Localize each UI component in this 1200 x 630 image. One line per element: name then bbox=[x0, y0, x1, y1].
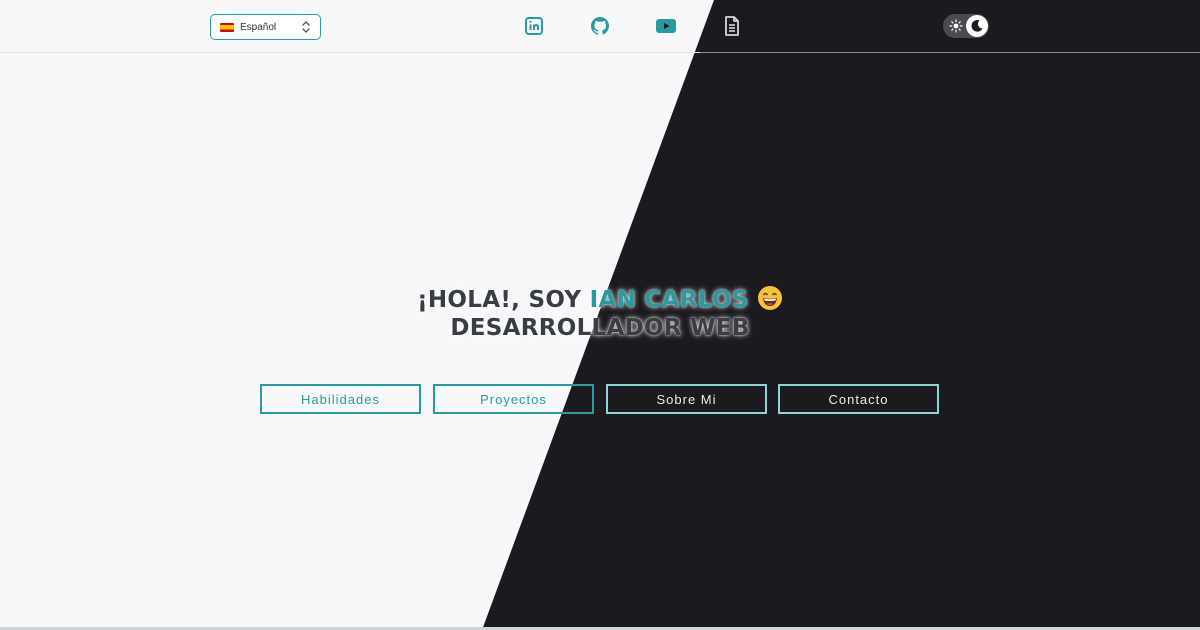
youtube-icon bbox=[654, 14, 678, 38]
linkedin-icon bbox=[522, 14, 546, 38]
skills-button[interactable]: Habilidades bbox=[260, 384, 421, 414]
sun-icon bbox=[949, 19, 963, 33]
theme-toggle[interactable] bbox=[943, 14, 989, 38]
theme-toggle-knob bbox=[966, 15, 988, 37]
about-button[interactable]: Sobre Mi bbox=[606, 384, 767, 414]
resume-link[interactable] bbox=[720, 14, 744, 38]
grinning-face-emoji bbox=[757, 285, 783, 311]
github-link[interactable] bbox=[588, 14, 612, 38]
youtube-link[interactable] bbox=[654, 14, 678, 38]
document-icon bbox=[720, 14, 744, 38]
contact-button[interactable]: Contacto bbox=[778, 384, 939, 414]
moon-icon bbox=[970, 19, 984, 33]
hero-role: DESARROLLADOR WEB bbox=[450, 315, 750, 342]
chevron-updown-icon bbox=[301, 20, 311, 34]
hero-name: IAN CARLOS bbox=[589, 287, 749, 314]
header-divider bbox=[0, 52, 706, 53]
projects-button[interactable]: Proyectos bbox=[433, 384, 594, 414]
hero-greeting: ¡HOLA!, SOY bbox=[417, 287, 590, 314]
hero-greeting-line: ¡HOLA!, SOY IAN CARLOS bbox=[0, 285, 1200, 314]
spain-flag-icon bbox=[220, 22, 234, 32]
linkedin-link[interactable] bbox=[522, 14, 546, 38]
github-icon bbox=[588, 14, 612, 38]
header-divider-dark bbox=[700, 52, 1200, 53]
language-select-value: Español bbox=[240, 21, 277, 33]
language-select[interactable]: Español bbox=[210, 14, 321, 40]
top-header: Español bbox=[0, 0, 1200, 53]
hero-heading: ¡HOLA!, SOY IAN CARLOS DESARROLLADOR WEB bbox=[0, 285, 1200, 342]
